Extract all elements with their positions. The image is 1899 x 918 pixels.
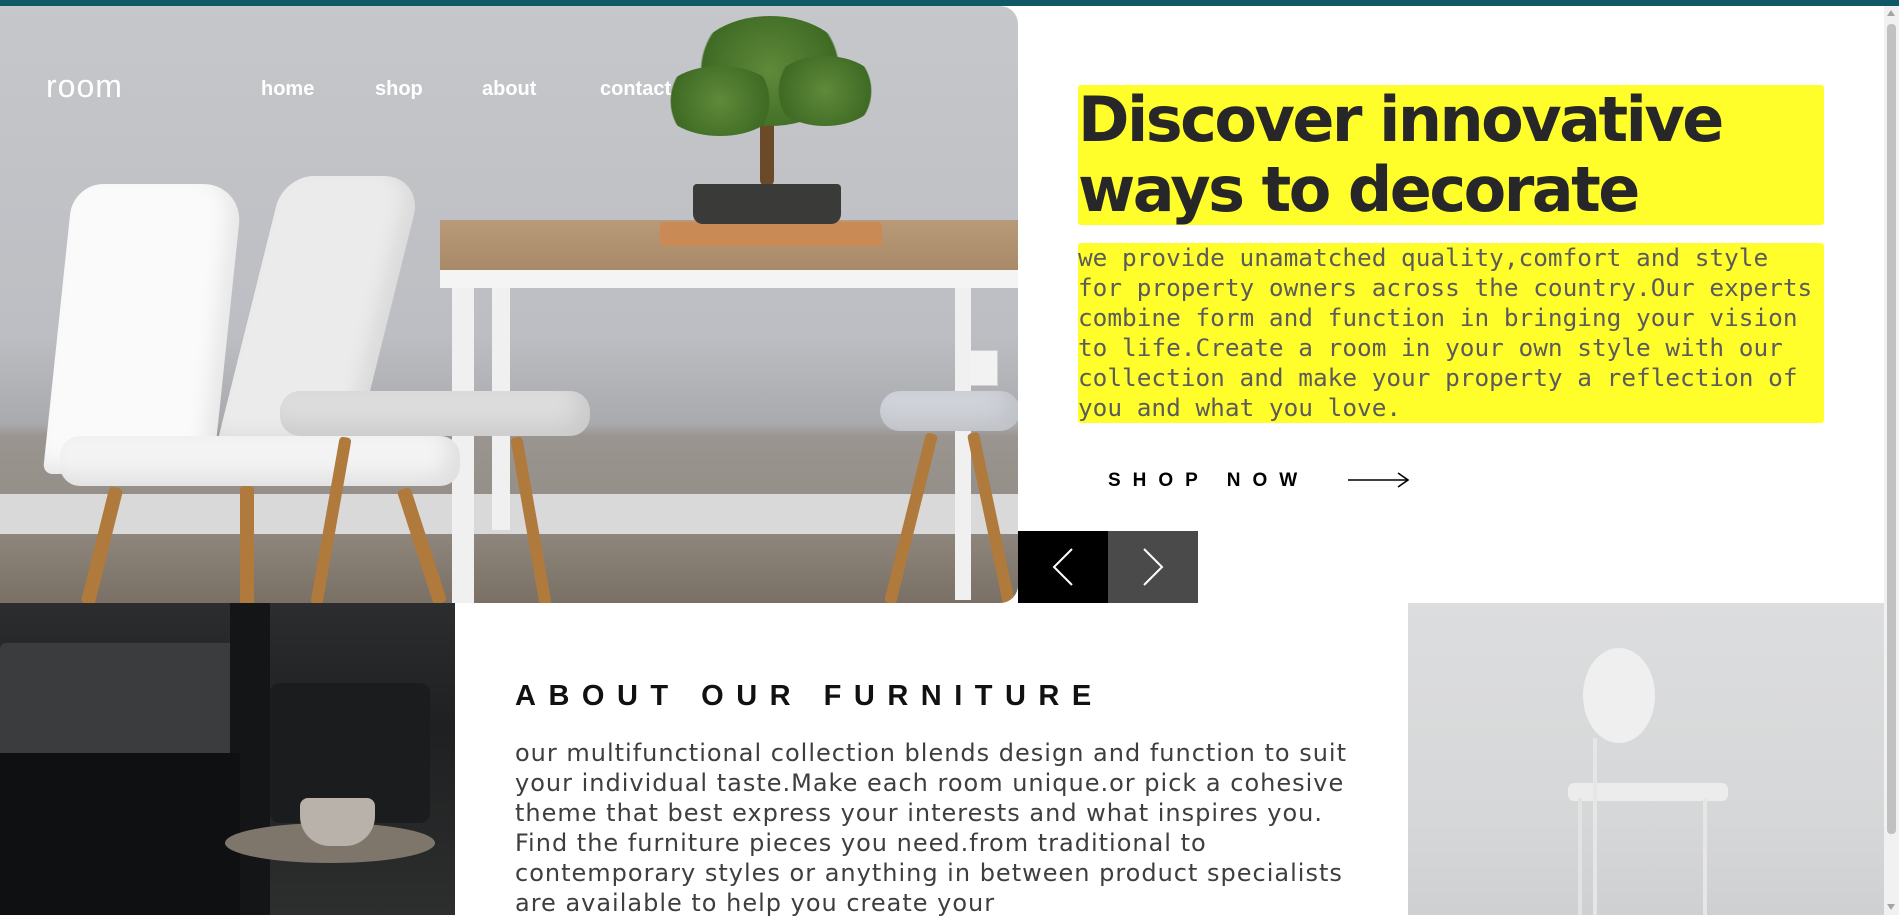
nav-link-about[interactable]: about xyxy=(482,78,536,101)
chevron-left-icon xyxy=(1052,548,1073,586)
about-description: our multifunctional collection blends de… xyxy=(515,739,1348,917)
page-scrollbar[interactable] xyxy=(1884,6,1899,915)
slider-prev-button[interactable] xyxy=(1018,531,1108,603)
long-arrow-right-icon[interactable] xyxy=(1348,470,1410,490)
shop-now-label: SHOP NOW xyxy=(1108,470,1310,491)
nav-link-contact[interactable]: contact xyxy=(600,78,671,101)
hero-description: we provide unamatched quality,comfort an… xyxy=(1078,243,1824,423)
slider-next-button[interactable] xyxy=(1108,531,1198,603)
nav-link-shop[interactable]: shop xyxy=(375,78,423,101)
nav-link-home[interactable]: home xyxy=(261,78,314,101)
chevron-right-icon xyxy=(1143,548,1164,586)
hero-headline: Discover innovative ways to decorate xyxy=(1078,85,1824,225)
brand-logo[interactable]: room xyxy=(46,68,123,105)
bedroom-image xyxy=(0,603,455,915)
white-chair-image xyxy=(1408,603,1884,915)
about-heading: ABOUT OUR FURNITURE xyxy=(515,680,1104,712)
scrollbar-thumb[interactable] xyxy=(1887,24,1896,834)
shop-now-button[interactable]: SHOP NOW xyxy=(1108,470,1309,492)
